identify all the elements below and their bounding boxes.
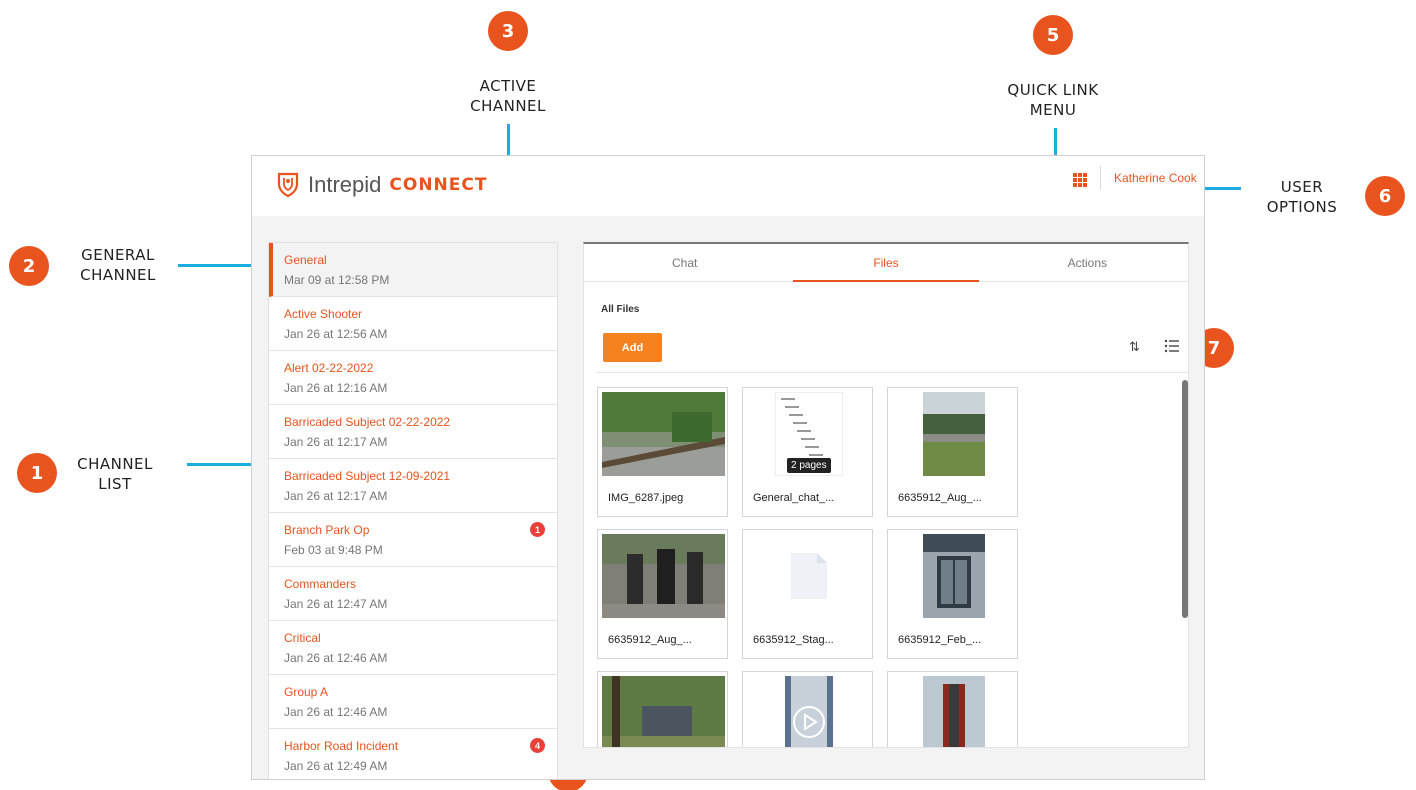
channel-name: Branch Park Op	[284, 523, 370, 537]
file-card[interactable]: 6635912_Aug_...	[887, 387, 1018, 517]
callout-3: 3	[488, 11, 528, 51]
file-card[interactable]: 2 pages General_chat_...	[742, 387, 873, 517]
file-card[interactable]: IMG_6287.jpeg	[597, 387, 728, 517]
channel-date: Jan 26 at 12:17 AM	[284, 489, 388, 503]
callout-3-label: ACTIVE CHANNEL	[470, 77, 546, 115]
file-name: 6635912_Aug_...	[898, 492, 982, 504]
channel-date: Jan 26 at 12:16 AM	[284, 381, 388, 395]
user-options-button[interactable]: Katherine Cook	[1114, 171, 1197, 185]
sort-icon[interactable]: ⇅	[1129, 340, 1140, 355]
channel-item[interactable]: Branch Park Op Feb 03 at 9:48 PM 1	[269, 513, 557, 567]
file-card[interactable]: 6635912_Stag...	[742, 529, 873, 659]
add-file-button[interactable]: Add	[603, 333, 662, 362]
page-count-badge: 2 pages	[787, 458, 831, 473]
channel-name: Critical	[284, 631, 321, 645]
callout-5-label: QUICK LINK MENU	[1007, 81, 1099, 119]
callout-5: 5	[1033, 15, 1073, 55]
tab-actions[interactable]: Actions	[987, 244, 1188, 281]
channel-date: Feb 03 at 9:48 PM	[284, 543, 383, 557]
file-name: IMG_6287.jpeg	[608, 492, 684, 504]
channel-date: Jan 26 at 12:56 AM	[284, 327, 388, 341]
file-card[interactable]: 6635912_Feb_...	[887, 529, 1018, 659]
channel-list[interactable]: General Mar 09 at 12:58 PM Active Shooter J…	[268, 242, 558, 779]
app-window: Intrepid CONNECT Katherine Cook General M…	[251, 155, 1205, 780]
quick-link-menu-icon[interactable]	[1073, 173, 1087, 187]
logo[interactable]: Intrepid CONNECT	[276, 172, 487, 198]
channel-date: Jan 26 at 12:46 AM	[284, 651, 388, 665]
file-name: General_chat_...	[753, 492, 835, 504]
file-card[interactable]	[742, 671, 873, 747]
file-thumbnail	[602, 676, 725, 747]
shield-logo-icon	[277, 172, 299, 198]
callout-6-label: USER OPTIONS	[1266, 178, 1338, 216]
scrollbar[interactable]	[1182, 380, 1188, 618]
file-name: 6635912_Stag...	[753, 634, 834, 646]
list-view-icon[interactable]	[1164, 339, 1180, 353]
tab-files[interactable]: Files	[785, 244, 986, 282]
logo-text: Intrepid	[308, 172, 382, 197]
channel-name: General	[284, 253, 327, 267]
tab-chat[interactable]: Chat	[584, 244, 785, 281]
callout-1-label: CHANNEL LIST	[77, 455, 153, 493]
callout-2: 2	[9, 246, 49, 286]
channel-item[interactable]: Commanders Jan 26 at 12:47 AM	[269, 567, 557, 621]
callout-6: 6	[1365, 176, 1405, 216]
channel-item[interactable]: Group A Jan 26 at 12:46 AM	[269, 675, 557, 729]
file-thumbnail	[892, 392, 1015, 476]
channel-name: Group A	[284, 685, 329, 699]
channel-item[interactable]: Barricaded Subject 02-22-2022 Jan 26 at 1…	[269, 405, 557, 459]
channel-date: Jan 26 at 12:17 AM	[284, 435, 388, 449]
channel-date: Jan 26 at 12:47 AM	[284, 597, 388, 611]
channel-item[interactable]: General Mar 09 at 12:58 PM	[269, 243, 557, 297]
file-name: 6635912_Aug_...	[608, 634, 692, 646]
unread-badge: 4	[530, 738, 545, 753]
top-bar: Intrepid CONNECT Katherine Cook	[252, 156, 1204, 216]
file-thumbnail	[602, 392, 725, 476]
channel-date: Jan 26 at 12:49 AM	[284, 759, 388, 773]
channel-date: Mar 09 at 12:58 PM	[284, 273, 390, 287]
callout-1: 1	[17, 453, 57, 493]
channel-name: Active Shooter	[284, 307, 363, 321]
file-thumbnail	[892, 534, 1015, 618]
logo-strong-text: CONNECT	[389, 175, 488, 195]
channel-item[interactable]: Alert 02-22-2022 Jan 26 at 12:16 AM	[269, 351, 557, 405]
file-thumbnail	[602, 534, 725, 618]
file-grid: IMG_6287.jpeg 2 pages General_chat_... 6635…	[597, 380, 1177, 747]
active-channel-panel: Chat Files Actions All Files Add ⇅ IMG_6…	[583, 242, 1189, 748]
toolbar-divider	[596, 372, 1188, 373]
channel-tabs: Chat Files Actions	[584, 244, 1188, 282]
channel-item[interactable]: Active Shooter Jan 26 at 12:56 AM	[269, 297, 557, 351]
channel-name: Commanders	[284, 577, 357, 591]
file-thumbnail	[747, 534, 870, 618]
channel-item[interactable]: Barricaded Subject 12-09-2021 Jan 26 at 1…	[269, 459, 557, 513]
file-thumbnail	[747, 676, 870, 747]
callout-2-label: GENERAL CHANNEL	[80, 246, 156, 284]
channel-item[interactable]: Critical Jan 26 at 12:46 AM	[269, 621, 557, 675]
file-card[interactable]	[887, 671, 1018, 747]
file-thumbnail	[892, 676, 1015, 747]
channel-name: Barricaded Subject 12-09-2021	[284, 469, 451, 483]
header-divider	[1100, 166, 1101, 190]
unread-badge: 1	[530, 522, 545, 537]
file-name: 6635912_Feb_...	[898, 634, 982, 646]
channel-item[interactable]: Harbor Road Incident Jan 26 at 12:49 AM 4	[269, 729, 557, 779]
channel-name: Barricaded Subject 02-22-2022	[284, 415, 451, 429]
files-heading: All Files	[601, 304, 640, 315]
channel-date: Jan 26 at 12:46 AM	[284, 705, 388, 719]
file-card[interactable]: 6635912_Aug_...	[597, 529, 728, 659]
file-card[interactable]	[597, 671, 728, 747]
channel-name: Harbor Road Incident	[284, 739, 399, 753]
channel-name: Alert 02-22-2022	[284, 361, 374, 375]
